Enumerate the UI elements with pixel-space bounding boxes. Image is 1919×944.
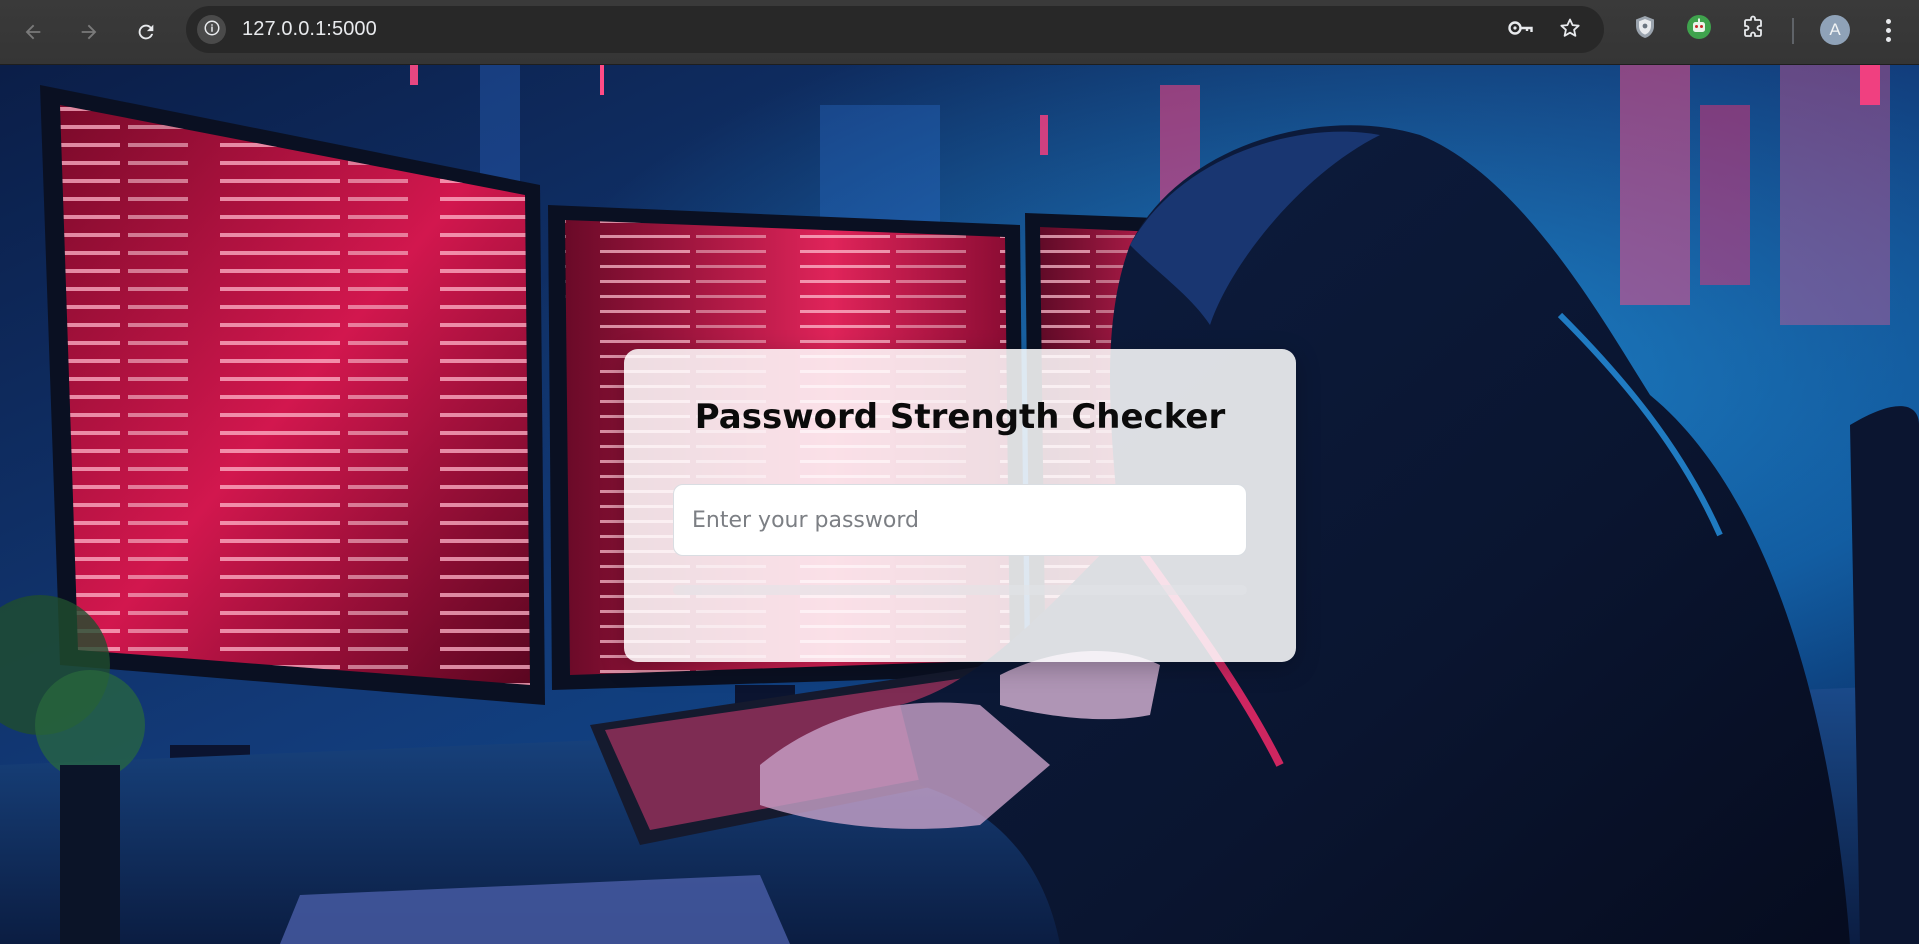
password-manager-button[interactable]	[1506, 15, 1536, 45]
back-button[interactable]	[13, 12, 53, 52]
key-icon	[1507, 17, 1535, 43]
toolbar-divider	[1792, 18, 1794, 44]
reload-button[interactable]	[126, 12, 166, 52]
shield-icon	[1633, 14, 1657, 44]
password-checker-card: Password Strength Checker	[624, 349, 1296, 662]
info-icon	[203, 19, 221, 41]
extension-shield-button[interactable]	[1629, 13, 1661, 45]
page-title: Password Strength Checker	[694, 397, 1226, 437]
browser-menu-button[interactable]	[1874, 14, 1902, 46]
strength-meter	[673, 585, 1247, 595]
arrow-left-icon	[22, 21, 44, 43]
browser-toolbar: 127.0.0.1:5000 A	[0, 0, 1919, 65]
bookmark-button[interactable]	[1555, 15, 1585, 45]
puzzle-icon	[1741, 15, 1765, 43]
site-info-button[interactable]	[197, 15, 226, 44]
robot-icon	[1686, 14, 1712, 44]
forward-button[interactable]	[69, 12, 109, 52]
url-text[interactable]: 127.0.0.1:5000	[242, 6, 377, 53]
arrow-right-icon	[78, 21, 100, 43]
password-input[interactable]	[673, 484, 1247, 556]
extensions-menu-button[interactable]	[1737, 13, 1769, 45]
address-bar[interactable]: 127.0.0.1:5000	[186, 6, 1604, 53]
star-icon	[1558, 16, 1582, 44]
extension-robot-button[interactable]	[1683, 13, 1715, 45]
reload-icon	[135, 21, 157, 43]
profile-avatar[interactable]: A	[1820, 15, 1850, 45]
kebab-menu-icon	[1885, 18, 1891, 24]
page-viewport: Password Strength Checker	[0, 65, 1919, 944]
